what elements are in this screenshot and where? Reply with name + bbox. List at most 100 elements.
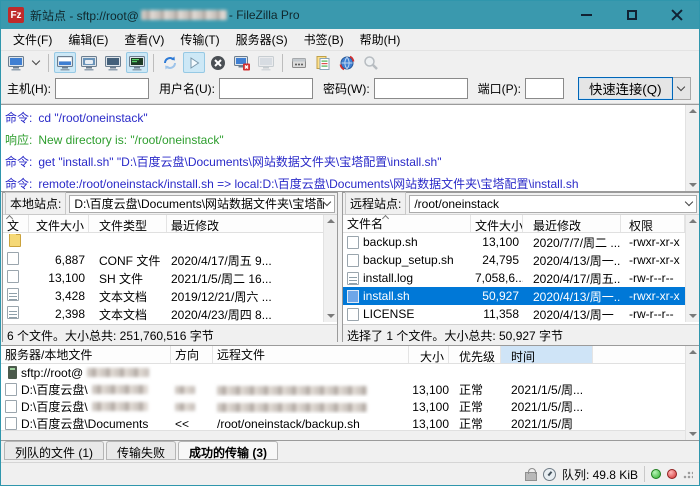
file-file-icon (347, 254, 359, 267)
column-header-name[interactable]: 文 (3, 215, 29, 232)
remote-file-row[interactable]: install.log7,058,6...2020/4/17/周五...-rw-… (343, 269, 685, 287)
sort-ascending-icon (382, 215, 389, 222)
queue-transfer-row[interactable]: D:\百度云盘\13,100正常2021/1/5/周... (1, 398, 699, 415)
column-header-time[interactable]: 时间 (501, 346, 593, 363)
queue-direction (171, 400, 213, 414)
local-pane: 本地站点: D:\百度云盘\Documents\网站数据文件夹\宝塔配置\ 文 … (2, 192, 338, 342)
server-icon (8, 366, 17, 379)
filter-button[interactable] (288, 52, 310, 73)
menu-item[interactable]: 帮助(H) (352, 29, 409, 50)
log-line-text: get "install.sh" "D:\百度云盘\Documents\网站数据… (38, 155, 441, 169)
redacted-text (175, 386, 195, 394)
file-permissions: -rw-r--r-- (625, 307, 685, 321)
toggle-queue-button[interactable] (126, 52, 148, 73)
port-input[interactable] (525, 78, 564, 99)
menu-item[interactable]: 编辑(E) (60, 29, 116, 50)
quickconnect-button[interactable]: 快速连接(Q) (578, 77, 673, 100)
local-column-headers: 文 文件大小 文件类型 最近修改 (3, 215, 337, 233)
queue-tab[interactable]: 列队的文件 (1) (4, 441, 104, 460)
column-header-priority[interactable]: 优先级 (449, 346, 501, 363)
log-scrollbar[interactable] (685, 105, 699, 191)
cancel-button[interactable] (207, 52, 229, 73)
queue-server-row[interactable]: sftp://root@ (1, 364, 699, 381)
disconnect-button[interactable] (231, 52, 253, 73)
column-header-server-local[interactable]: 服务器/本地文件 (1, 346, 171, 363)
queue-tabs: 列队的文件 (1)传输失败成功的传输 (3) (1, 441, 699, 462)
queue-scrollbar[interactable] (685, 346, 699, 440)
menu-item[interactable]: 传输(T) (172, 29, 227, 50)
column-header-size[interactable]: 文件大小 (29, 215, 89, 232)
column-header-size[interactable]: 大小 (409, 346, 449, 363)
column-header-direction[interactable]: 方向 (171, 346, 213, 363)
site-manager-button[interactable] (5, 52, 27, 73)
local-file-row[interactable]: 3,428文本文档2019/12/21/周六 ... (3, 287, 323, 305)
file-icon-cell (3, 234, 29, 250)
remote-file-row[interactable]: backup.sh13,1002020/7/7/周二 ...-rwxr-xr-x (343, 233, 685, 251)
file-size: 13,100 (471, 235, 523, 249)
synchronized-browsing-button[interactable] (336, 52, 358, 73)
toolbar-separator (48, 54, 49, 72)
column-header-modified[interactable]: 最近修改 (529, 215, 621, 232)
remote-file-row[interactable]: install.sh50,9272020/4/13/周一...-rwxr-xr-… (343, 287, 685, 305)
maximize-button[interactable] (609, 1, 654, 29)
remote-list-scrollbar[interactable] (685, 215, 699, 322)
directory-comparison-button[interactable] (312, 52, 334, 73)
menu-item[interactable]: 服务器(S) (228, 29, 296, 50)
column-header-type[interactable]: 文件类型 (95, 215, 167, 232)
menu-item[interactable]: 查看(V) (116, 29, 172, 50)
remote-pathbar: 远程站点: /root/oneinstack (343, 193, 699, 215)
refresh-button[interactable] (159, 52, 181, 73)
queue-tab[interactable]: 传输失败 (106, 441, 176, 460)
column-header-name[interactable]: 文件名 (343, 215, 471, 232)
find-files-button[interactable] (360, 52, 382, 73)
maximize-icon (627, 10, 637, 20)
file-permissions: -rwxr-xr-x (625, 289, 685, 303)
speed-limit-icon[interactable] (543, 468, 556, 481)
local-file-row[interactable]: 13,100SH 文件2021/1/5/周二 16... (3, 269, 323, 287)
quickconnect-dropdown[interactable] (673, 77, 691, 100)
text-icon (7, 306, 19, 319)
reconnect-button[interactable] (255, 52, 277, 73)
file-type: 文本文档 (95, 288, 167, 305)
queue-size: 13,100 (409, 400, 449, 414)
queue-priority: 正常 (449, 398, 501, 415)
menu-item[interactable]: 书签(B) (296, 29, 352, 50)
resize-grip[interactable] (683, 469, 693, 479)
column-header-remote[interactable]: 远程文件 (213, 346, 409, 363)
host-label: 主机(H): (7, 80, 51, 97)
remote-file-row[interactable]: LICENSE11,3582020/4/13/周一-rw-r--r-- (343, 305, 685, 323)
column-header-modified[interactable]: 最近修改 (167, 215, 337, 232)
process-queue-button[interactable] (183, 52, 205, 73)
remote-file-row[interactable]: backup_setup.sh24,7952020/4/13/周一...-rwx… (343, 251, 685, 269)
toggle-remote-tree-button[interactable] (102, 52, 124, 73)
column-header-permissions[interactable]: 权限 (625, 215, 685, 232)
local-file-row[interactable]: 2,398文本文档2020/4/23/周四 8... (3, 305, 323, 323)
local-file-row[interactable]: 6,887CONF 文件2020/4/17/周五 9... (3, 251, 323, 269)
file-modified: 2020/7/7/周二 ... (529, 234, 621, 251)
local-path-combo[interactable]: D:\百度云盘\Documents\网站数据文件夹\宝塔配置\ (69, 195, 335, 213)
local-list-scrollbar[interactable] (323, 215, 337, 322)
remote-path-combo[interactable]: /root/oneinstack (409, 195, 697, 213)
column-header-size[interactable]: 文件大小 (471, 215, 523, 232)
minimize-button[interactable] (564, 1, 609, 29)
toggle-message-log-button[interactable] (54, 52, 76, 73)
menu-item[interactable]: 文件(F) (5, 29, 60, 50)
queue-horizontal-scrollbar[interactable] (1, 430, 685, 440)
redacted-host (141, 10, 227, 20)
username-input[interactable] (219, 78, 313, 99)
password-input[interactable] (374, 78, 468, 99)
host-input[interactable] (55, 78, 149, 99)
queue-tab[interactable]: 成功的传输 (3) (178, 441, 278, 460)
queue-server-cell: sftp://root@ (1, 366, 171, 380)
close-button[interactable] (654, 1, 699, 29)
file-name: install.log (343, 271, 471, 285)
port-label: 端口(P): (478, 80, 521, 97)
process-queue-icon (185, 54, 203, 72)
queue-transfer-row[interactable]: D:\百度云盘\13,100正常2021/1/5/周... (1, 381, 699, 398)
local-file-row[interactable] (3, 233, 323, 251)
file-file-icon (347, 236, 359, 249)
file-size: 2,398 (29, 307, 89, 321)
log-line-text: cd "/root/oneinstack" (38, 111, 147, 125)
site-manager-dropdown[interactable] (29, 52, 43, 73)
toggle-local-tree-button[interactable] (78, 52, 100, 73)
